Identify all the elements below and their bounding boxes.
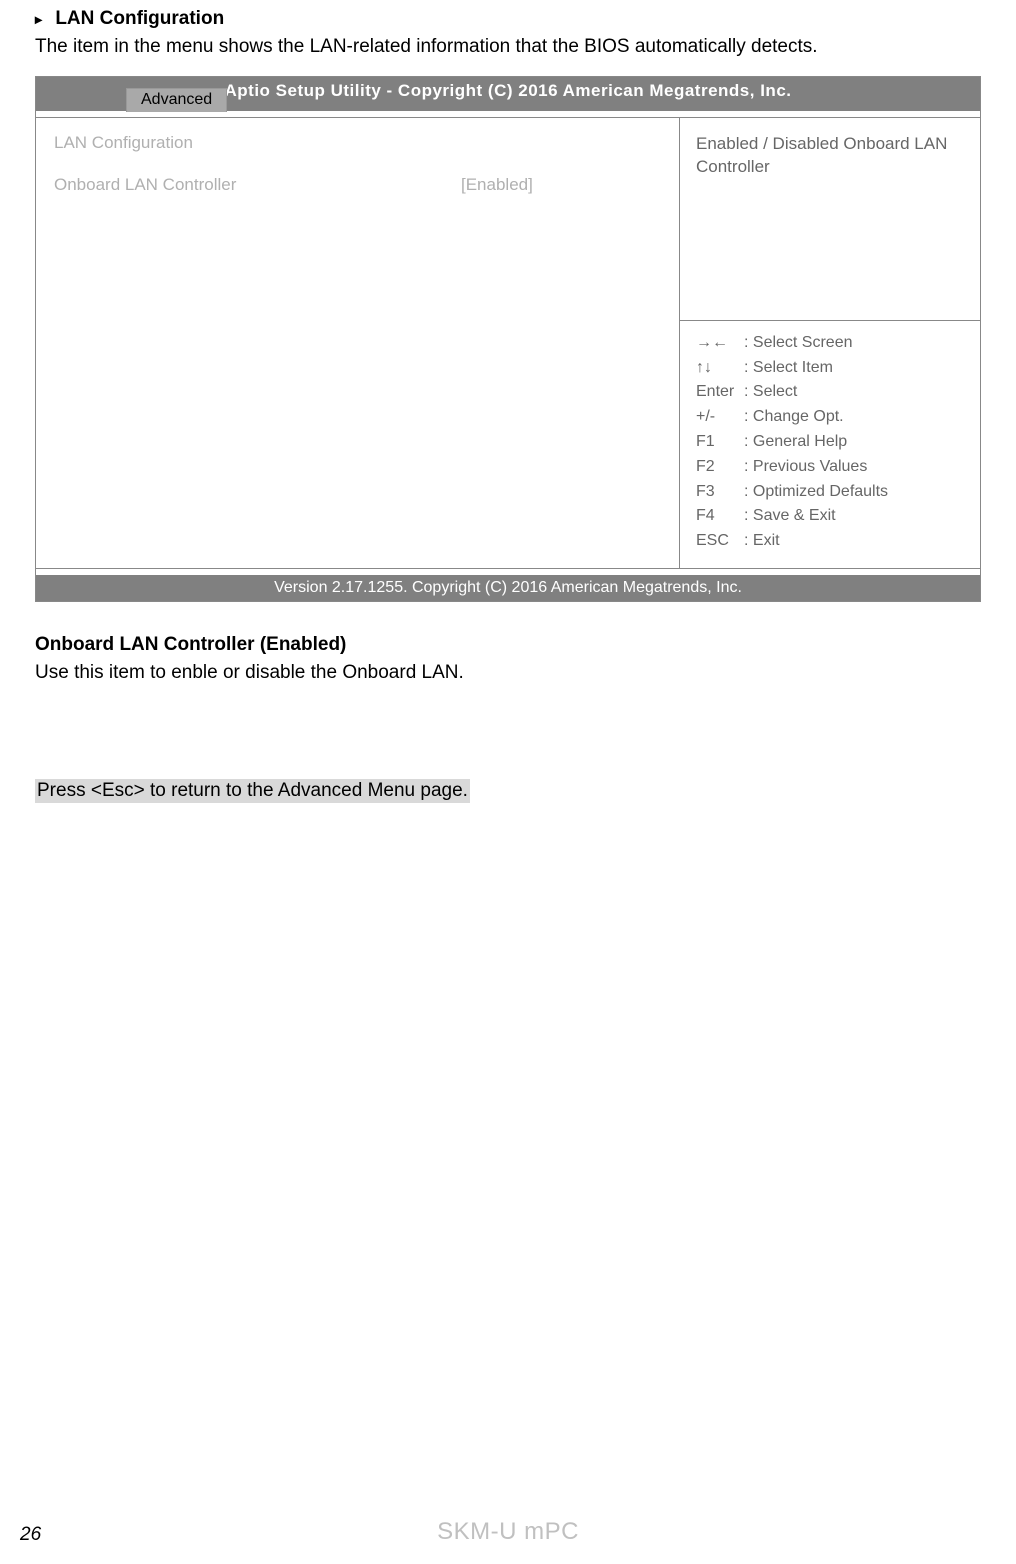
- help-desc: : Select: [744, 380, 964, 405]
- bios-section-title: LAN Configuration: [54, 133, 661, 153]
- bios-help-description: Enabled / Disabled Onboard LAN Controlle…: [680, 118, 980, 321]
- divider: [36, 568, 980, 575]
- description-heading: Onboard LAN Controller (Enabled): [35, 634, 981, 656]
- setting-label: Onboard LAN Controller: [54, 175, 461, 195]
- setting-row-onboard-lan[interactable]: Onboard LAN Controller [Enabled]: [54, 175, 661, 195]
- help-desc: : Select Screen: [744, 331, 964, 356]
- bios-footer: Version 2.17.1255. Copyright (C) 2016 Am…: [36, 575, 980, 601]
- help-key: F1: [696, 430, 744, 455]
- help-row: →← : Select Screen: [696, 331, 964, 356]
- section-heading: ▸ LAN Configuration: [35, 8, 981, 30]
- help-desc: : Optimized Defaults: [744, 480, 964, 505]
- help-key: F2: [696, 455, 744, 480]
- bios-right-panel: Enabled / Disabled Onboard LAN Controlle…: [680, 118, 980, 568]
- footer-brand: SKM-U mPC: [437, 1518, 579, 1546]
- help-row: F3 : Optimized Defaults: [696, 480, 964, 505]
- help-row: F2 : Previous Values: [696, 455, 964, 480]
- help-key: ↑↓: [696, 356, 744, 381]
- bios-body: LAN Configuration Onboard LAN Controller…: [36, 118, 980, 568]
- arrow-icon: ▸: [35, 11, 42, 27]
- help-desc: : Exit: [744, 529, 964, 554]
- bios-key-help: →← : Select Screen ↑↓ : Select Item Ente…: [680, 321, 980, 568]
- bios-header: Aptio Setup Utility - Copyright (C) 2016…: [36, 77, 980, 111]
- help-key: F3: [696, 480, 744, 505]
- help-row: F4 : Save & Exit: [696, 504, 964, 529]
- help-key: →←: [696, 331, 744, 356]
- intro-text: The item in the menu shows the LAN-relat…: [35, 36, 981, 58]
- help-desc: : Save & Exit: [744, 504, 964, 529]
- section-heading-text: LAN Configuration: [55, 8, 224, 29]
- help-desc: : Change Opt.: [744, 405, 964, 430]
- bios-left-panel: LAN Configuration Onboard LAN Controller…: [36, 118, 680, 568]
- help-row: ESC : Exit: [696, 529, 964, 554]
- help-row: F1 : General Help: [696, 430, 964, 455]
- help-desc: : Previous Values: [744, 455, 964, 480]
- help-key: +/-: [696, 405, 744, 430]
- page-number: 26: [20, 1524, 41, 1546]
- setting-value: [Enabled]: [461, 175, 661, 195]
- help-key: Enter: [696, 380, 744, 405]
- help-desc: : General Help: [744, 430, 964, 455]
- help-key: F4: [696, 504, 744, 529]
- divider: [36, 111, 980, 118]
- return-note: Press <Esc> to return to the Advanced Me…: [35, 779, 470, 803]
- help-desc: : Select Item: [744, 356, 964, 381]
- help-row: ↑↓ : Select Item: [696, 356, 964, 381]
- help-key: ESC: [696, 529, 744, 554]
- help-row: Enter : Select: [696, 380, 964, 405]
- help-row: +/- : Change Opt.: [696, 405, 964, 430]
- bios-tab-advanced[interactable]: Advanced: [126, 88, 227, 112]
- description-text: Use this item to enble or disable the On…: [35, 662, 981, 684]
- bios-screen: Aptio Setup Utility - Copyright (C) 2016…: [35, 76, 981, 602]
